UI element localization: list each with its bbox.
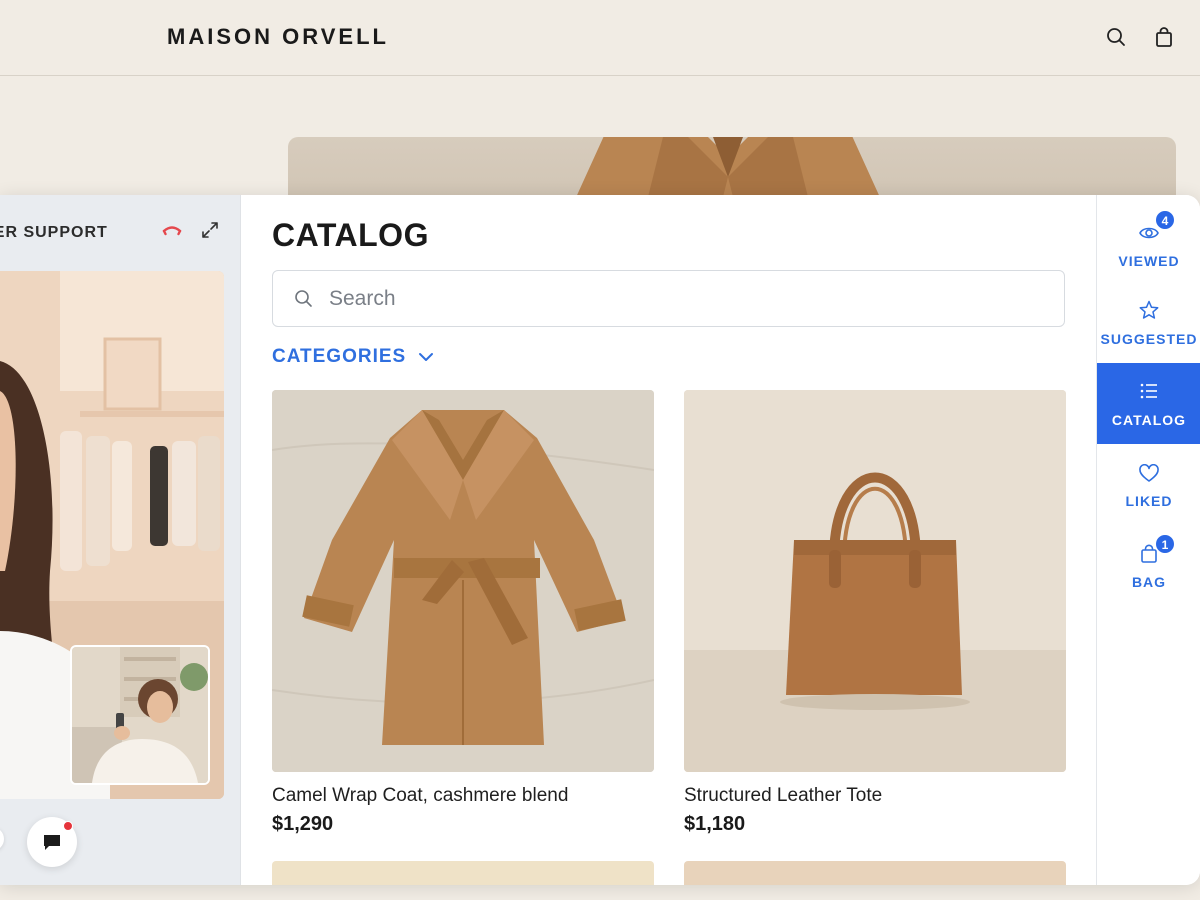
list-icon xyxy=(1140,383,1157,399)
product-name[interactable]: Camel Wrap Coat, cashmere blend xyxy=(272,785,654,807)
star-icon xyxy=(1139,300,1159,319)
rail-label-suggested: SUGGESTED xyxy=(1100,331,1198,347)
catalog-section: CATALOG CATEGORIES xyxy=(241,195,1096,885)
product-image-tote[interactable] xyxy=(684,390,1066,772)
search-icon xyxy=(295,290,312,307)
video-panel-title: OMER SUPPORT xyxy=(0,224,108,241)
self-video-preview[interactable] xyxy=(70,645,210,785)
bag-count-badge: 1 xyxy=(1155,534,1175,554)
heart-icon xyxy=(1139,464,1159,482)
catalog-search-box[interactable] xyxy=(272,270,1065,327)
notification-dot xyxy=(63,821,73,831)
rail-label-liked: LIKED xyxy=(1125,493,1173,509)
rail-item-bag[interactable]: 1 BAG xyxy=(1097,525,1200,606)
rail-item-liked[interactable]: LIKED xyxy=(1097,444,1200,525)
product-price: $1,180 xyxy=(684,813,746,835)
search-icon[interactable] xyxy=(1105,26,1127,48)
expand-icon[interactable] xyxy=(200,220,220,240)
product-image-next-row[interactable] xyxy=(272,861,654,885)
chat-bubble-icon xyxy=(44,835,60,850)
product-card[interactable]: Camel Wrap Coat, cashmere blend $1,290 xyxy=(272,390,654,836)
shopping-assistant-panel: OMER SUPPORT xyxy=(0,195,1200,885)
phone-hangup-icon[interactable] xyxy=(162,223,182,237)
product-card[interactable]: Structured Leather Tote $1,180 xyxy=(684,390,1066,836)
rail-label-bag: BAG xyxy=(1131,574,1167,590)
search-input[interactable] xyxy=(329,285,1029,313)
product-name[interactable]: Structured Leather Tote xyxy=(684,785,1066,807)
site-header: MAISON ORVELL xyxy=(0,0,1200,76)
video-call-panel: OMER SUPPORT xyxy=(0,195,241,885)
brand-logo[interactable]: MAISON ORVELL xyxy=(167,24,389,50)
rail-item-viewed[interactable]: 4 VIEWED xyxy=(1097,199,1200,280)
viewed-count-badge: 4 xyxy=(1155,210,1175,230)
product-image-coat[interactable] xyxy=(272,390,654,772)
categories-dropdown[interactable]: CATEGORIES xyxy=(272,346,434,368)
chat-button[interactable] xyxy=(27,817,77,867)
right-nav-rail: 4 VIEWED SUGGESTED CATALOG LIKED 1 BAG xyxy=(1096,195,1200,885)
shopping-bag-icon[interactable] xyxy=(1153,26,1175,48)
rail-item-catalog[interactable]: CATALOG xyxy=(1097,363,1200,444)
rail-label-catalog: CATALOG xyxy=(1111,412,1187,428)
chevron-down-icon xyxy=(419,353,434,361)
previous-button[interactable] xyxy=(0,827,4,851)
rail-label-viewed: VIEWED xyxy=(1118,253,1180,269)
product-price: $1,290 xyxy=(272,813,334,835)
product-image-next-row[interactable] xyxy=(684,861,1066,885)
categories-label: CATEGORIES xyxy=(272,346,407,367)
catalog-title: CATALOG xyxy=(272,217,429,253)
rail-item-suggested[interactable]: SUGGESTED xyxy=(1097,280,1200,361)
